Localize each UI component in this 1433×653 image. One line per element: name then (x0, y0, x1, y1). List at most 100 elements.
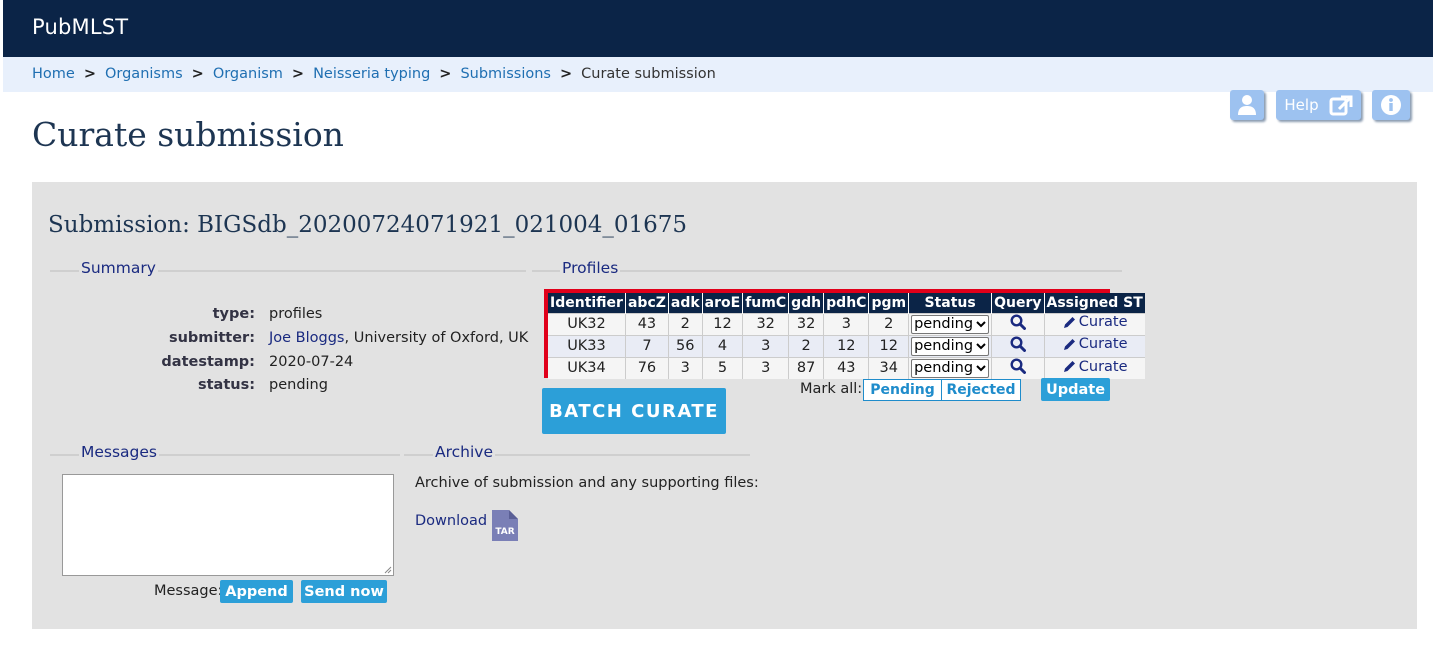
query-cell (991, 312, 1045, 335)
status-label: status: (197, 377, 255, 393)
datestamp-value: 2020-07-24 (269, 354, 354, 370)
message-textarea[interactable] (62, 474, 394, 576)
curate-label: Curate (1078, 314, 1128, 331)
curate-link[interactable]: Curate (1062, 314, 1128, 330)
search-icon[interactable] (1010, 314, 1026, 330)
curate-link[interactable]: Curate (1062, 359, 1128, 375)
submitter-value: Joe Bloggs, University of Oxford, UK (269, 330, 528, 346)
column-header: gdh (788, 293, 825, 313)
profiles-legend: Profiles (560, 259, 621, 277)
site-brand[interactable]: PubMLST (32, 15, 128, 39)
append-button[interactable]: Append (220, 580, 293, 603)
query-cell (991, 356, 1045, 379)
allele-cell: 32 (742, 312, 790, 335)
breadcrumb-home[interactable]: Home (32, 66, 75, 82)
profile-id: UK33 (548, 334, 626, 357)
breadcrumb-separator: > (291, 66, 305, 82)
breadcrumb-neisseria-typing[interactable]: Neisseria typing (313, 66, 430, 82)
profiles-table-highlight: Identifier abcZ adk aroE fumC gdh pdhC p… (544, 289, 1145, 379)
allele-cell: 12 (702, 312, 744, 335)
status-select[interactable]: pending (911, 336, 990, 356)
allele-cell: 2 (868, 312, 910, 335)
tar-file-icon[interactable]: TAR (491, 509, 519, 542)
status-select[interactable]: pending (911, 314, 990, 334)
column-header: Assigned ST (1044, 293, 1145, 313)
search-icon[interactable] (1010, 336, 1026, 352)
breadcrumb-separator: > (191, 66, 204, 82)
allele-cell: 12 (823, 334, 870, 357)
site-header: PubMLST (3, 0, 1433, 57)
profiles-header-row: Identifier abcZ adk aroE fumC gdh pdhC p… (548, 293, 1145, 313)
chevron-down-icon (976, 321, 986, 328)
submitter-label: submitter: (168, 330, 255, 346)
status-select-value: pending (914, 338, 974, 354)
external-link-icon (1329, 95, 1353, 116)
breadcrumb-submissions[interactable]: Submissions (460, 66, 551, 82)
resize-handle-icon[interactable] (383, 565, 392, 574)
send-now-button[interactable]: Send now (301, 580, 387, 603)
table-row: UK33 7 56 4 3 2 12 12 pending Curate (548, 334, 1145, 357)
messages-legend: Messages (79, 443, 160, 461)
update-button[interactable]: Update (1041, 378, 1110, 401)
user-button[interactable] (1230, 90, 1264, 120)
tar-icon-label: TAR (495, 527, 514, 537)
submitter-affiliation: , University of Oxford, UK (344, 330, 529, 346)
breadcrumb-bar: Home > Organisms > Organism > Neisseria typing… (3, 57, 1433, 92)
column-header: fumC (742, 293, 790, 313)
info-icon (1381, 95, 1401, 115)
allele-cell: 3 (668, 356, 703, 379)
table-row: UK32 43 2 12 32 32 3 2 pending Curate (548, 312, 1145, 335)
archive-description: Archive of submission and any supporting… (415, 475, 759, 491)
help-label: Help (1284, 96, 1319, 114)
status-select-value: pending (914, 360, 974, 377)
status-cell: pending (908, 334, 993, 357)
allele-cell: 34 (868, 356, 910, 379)
download-link[interactable]: Download (415, 513, 487, 529)
breadcrumb-separator: > (559, 66, 573, 82)
pencil-icon (1063, 361, 1075, 372)
search-icon[interactable] (1010, 358, 1026, 375)
column-header: pdhC (823, 293, 870, 313)
submission-panel: Submission: BIGSdb_20200724071921_021004… (32, 182, 1417, 629)
type-label: type: (212, 306, 255, 322)
allele-cell: 4 (702, 334, 744, 357)
allele-cell: 12 (868, 334, 910, 357)
page-title: Curate submission (32, 115, 344, 154)
status-select[interactable]: pending (911, 358, 990, 378)
column-header: adk (668, 293, 703, 313)
profiles-table: Identifier abcZ adk aroE fumC gdh pdhC p… (548, 293, 1145, 379)
column-header: Identifier (548, 293, 626, 313)
breadcrumb-organism[interactable]: Organism (213, 66, 283, 82)
help-button[interactable]: Help (1276, 90, 1361, 120)
curate-link[interactable]: Curate (1062, 336, 1128, 352)
submitter-link[interactable]: Joe Bloggs (269, 330, 345, 346)
status-cell: pending (908, 356, 993, 379)
user-icon (1238, 95, 1256, 115)
allele-cell: 3 (742, 356, 790, 379)
info-button[interactable] (1372, 90, 1410, 120)
breadcrumb-current: Curate submission (581, 66, 716, 82)
chevron-down-icon (976, 365, 986, 372)
column-header: pgm (868, 293, 910, 313)
breadcrumb-organisms[interactable]: Organisms (105, 66, 183, 82)
breadcrumb: Home > Organisms > Organism > Neisseria typing… (32, 66, 716, 82)
mark-all-label: Mark all: (800, 381, 863, 397)
mark-rejected-button[interactable]: Rejected (941, 379, 1021, 401)
column-header: abcZ (625, 293, 669, 313)
status-select-value: pending (914, 316, 974, 332)
pencil-icon (1063, 316, 1075, 328)
breadcrumb-separator: > (83, 66, 96, 82)
batch-curate-button[interactable]: BATCH CURATE (542, 388, 726, 434)
mark-pending-button[interactable]: Pending (863, 379, 942, 401)
column-header: aroE (702, 293, 744, 313)
curate-label: Curate (1078, 336, 1128, 353)
archive-legend: Archive (433, 443, 495, 461)
column-header: Query (991, 293, 1045, 313)
profiles-divider (532, 270, 1122, 272)
profile-id: UK34 (548, 356, 626, 379)
allele-cell: 3 (823, 312, 870, 335)
allele-cell: 3 (742, 334, 790, 357)
type-value: profiles (269, 306, 323, 322)
allele-cell: 43 (625, 312, 669, 335)
allele-cell: 76 (625, 356, 669, 379)
